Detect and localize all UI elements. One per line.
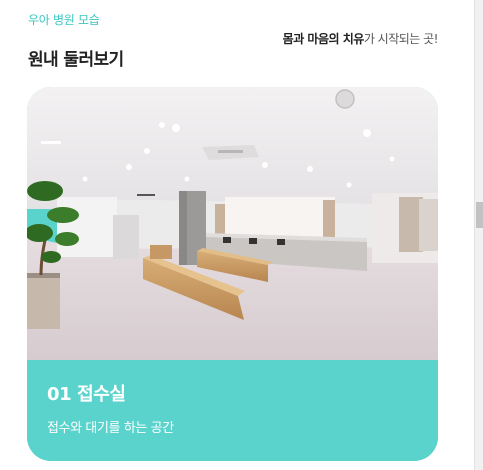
tagline-highlight: 몸과 마음의 치유: [282, 32, 365, 46]
gallery-slide[interactable]: 01 접수실 접수와 대기를 하는 공간: [27, 87, 438, 461]
next-content-fragment: [0, 463, 474, 470]
slide-title: 01 접수실: [47, 384, 126, 405]
tagline-rest: 가 시작되는 곳!: [363, 32, 439, 46]
page: 우아 병원 모습 원내 둘러보기 몸과 마음의 치유가 시작되는 곳! 01 접…: [0, 0, 474, 470]
section-title: 원내 둘러보기: [28, 50, 124, 70]
reception-room-photo: [27, 87, 438, 360]
slide-description: 접수와 대기를 하는 공간: [47, 421, 174, 436]
section-tagline: 몸과 마음의 치유가 시작되는 곳!: [282, 30, 439, 47]
slide-caption: 01 접수실 접수와 대기를 하는 공간: [27, 360, 438, 461]
section-eyebrow: 우아 병원 모습: [28, 13, 100, 27]
scrollbar-thumb[interactable]: [476, 202, 483, 228]
page-scrollbar[interactable]: [474, 0, 483, 470]
